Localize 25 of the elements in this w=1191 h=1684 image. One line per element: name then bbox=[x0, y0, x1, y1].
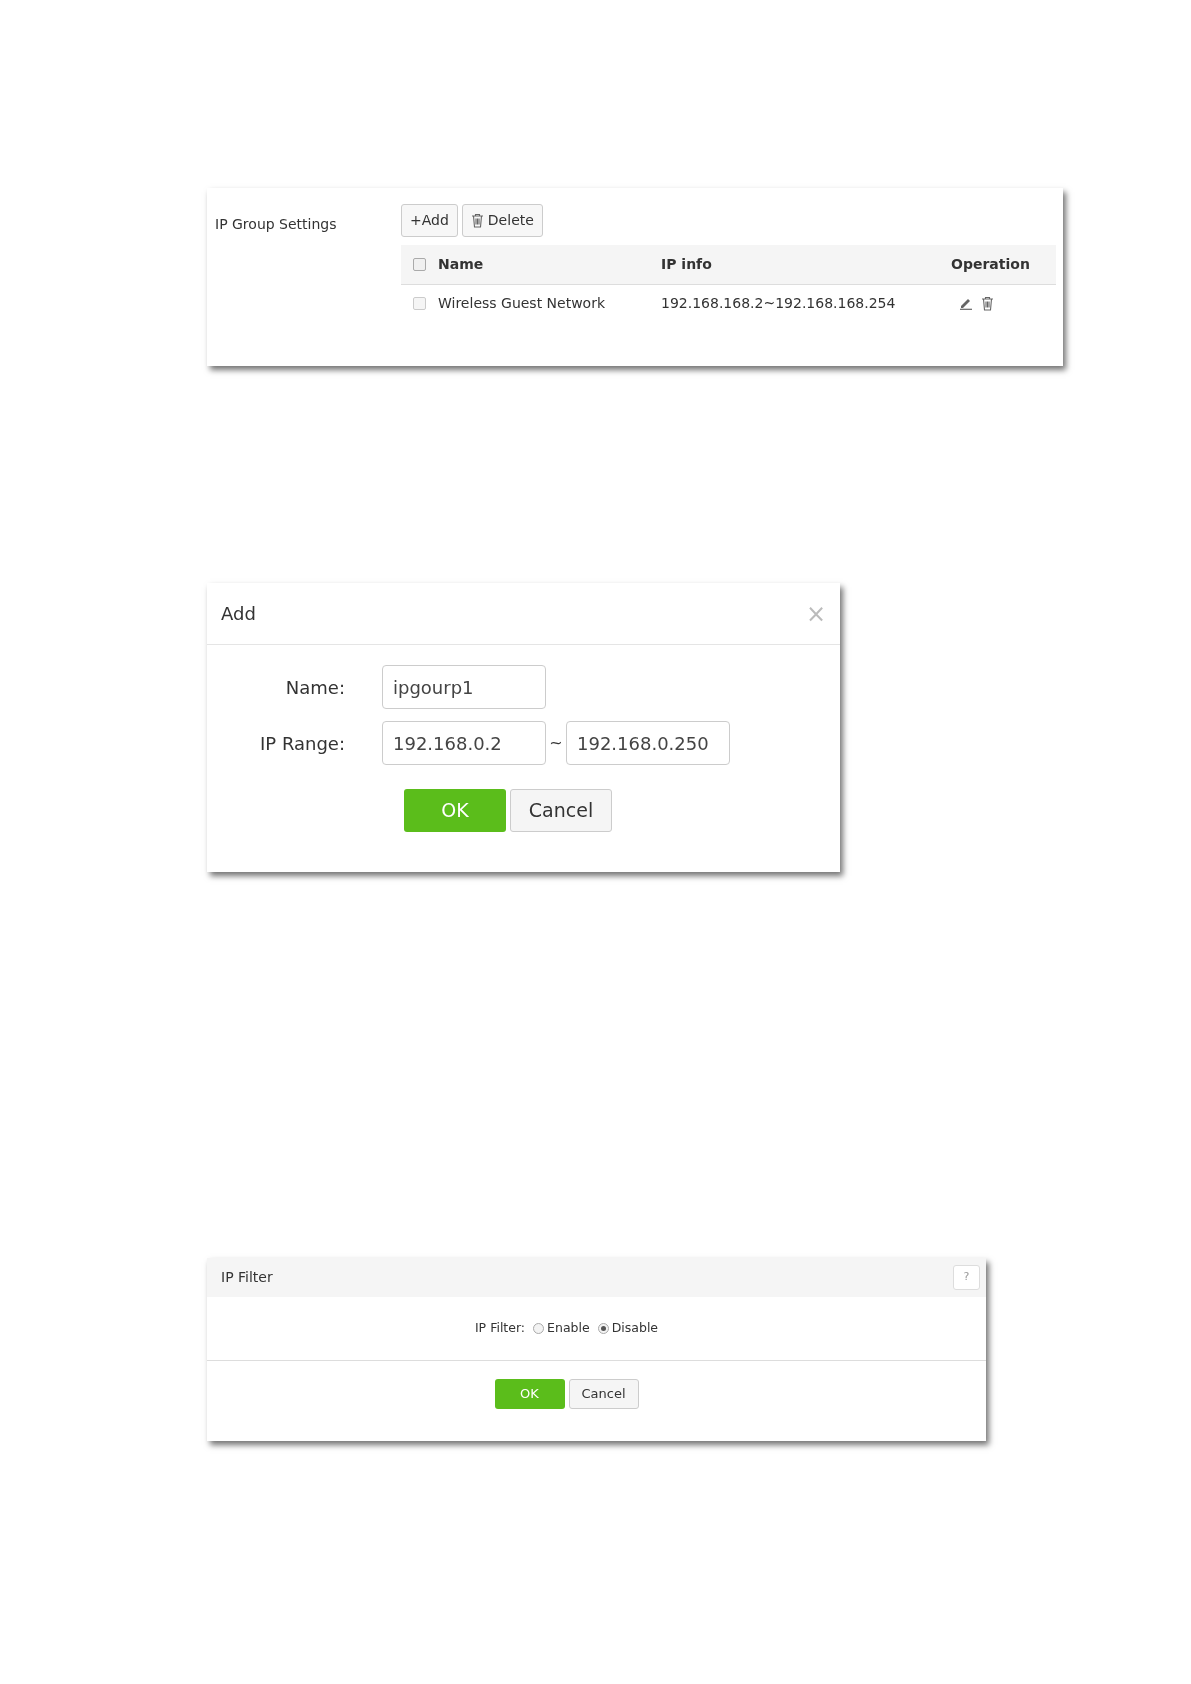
field-label: Name: bbox=[284, 675, 345, 700]
table-cell-text: 192.168.168.2~192.168.168.254 bbox=[661, 293, 897, 313]
trash-icon bbox=[470, 213, 484, 228]
separator-text: ~ bbox=[548, 732, 564, 754]
cancel-button[interactable]: Cancel bbox=[568, 1379, 639, 1409]
panel-title: IP Filter bbox=[221, 1268, 273, 1287]
column-header: Name bbox=[438, 255, 485, 274]
column-header: Operation bbox=[951, 255, 1031, 274]
column-header: IP info bbox=[661, 255, 713, 274]
delete-button[interactable]: Delete bbox=[461, 204, 543, 237]
dialog-title: Add bbox=[221, 602, 256, 626]
add-button[interactable]: +Add bbox=[401, 204, 458, 237]
field-label: IP Filter: bbox=[474, 1319, 526, 1338]
cancel-button[interactable]: Cancel bbox=[510, 789, 612, 832]
trash-icon[interactable] bbox=[981, 295, 994, 311]
input-field[interactable]: 192.168.0.250 bbox=[566, 721, 730, 765]
checkbox[interactable] bbox=[413, 296, 426, 310]
section-title: IP Group Settings bbox=[215, 215, 338, 234]
radio-option[interactable]: Disable bbox=[597, 1319, 659, 1338]
checkbox[interactable] bbox=[413, 258, 426, 271]
input-field[interactable]: ipgourp1 bbox=[382, 665, 546, 709]
input-field[interactable]: 192.168.0.2 bbox=[382, 721, 546, 765]
field-label: IP Range: bbox=[259, 731, 345, 756]
table-cell-text: Wireless Guest Network bbox=[438, 293, 607, 313]
radio-option[interactable]: Enable bbox=[533, 1319, 590, 1338]
